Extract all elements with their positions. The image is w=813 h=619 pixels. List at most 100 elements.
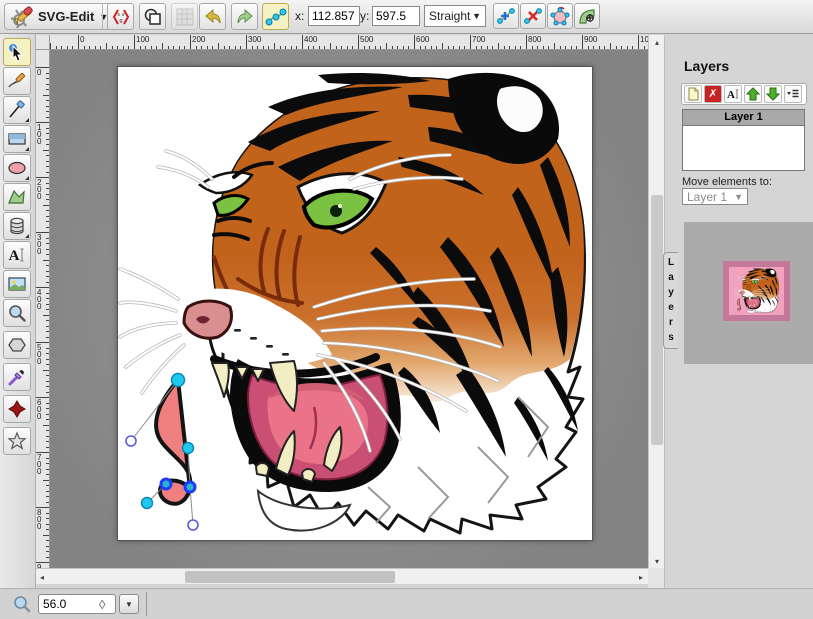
layers-panel-title: Layers: [684, 58, 729, 74]
zoom-tool-button[interactable]: [3, 299, 31, 327]
ruler-minor-tick: [537, 46, 538, 50]
ruler-minor-tick: [46, 551, 50, 552]
ruler-major-tick: [78, 35, 79, 50]
move-elements-select[interactable]: Layer 1 ▼: [682, 188, 748, 205]
ellipse-tool-icon: [7, 158, 27, 178]
shape-library-tool-button[interactable]: [3, 212, 31, 240]
ruler-minor-tick: [442, 43, 443, 50]
star-tool-icon: [7, 431, 27, 451]
path-node-mode-button[interactable]: [262, 3, 289, 30]
zoom-spinner-icon[interactable]: ◊: [99, 598, 105, 611]
layer-row-selected[interactable]: Layer 1: [683, 110, 804, 126]
ruler-minor-tick: [313, 46, 314, 50]
grid-button[interactable]: [171, 3, 198, 30]
delete-layer-button[interactable]: ✗: [704, 85, 722, 103]
ruler-minor-tick: [235, 46, 236, 50]
document-properties-button[interactable]: [139, 3, 166, 30]
layer-preview-thumbnail[interactable]: [723, 261, 790, 321]
ruler-minor-tick: [257, 46, 258, 50]
ruler-minor-tick: [481, 46, 482, 50]
rectangle-tool-icon: [7, 129, 27, 149]
ruler-minor-tick: [46, 221, 50, 222]
select-tool-button[interactable]: [3, 38, 31, 66]
ruler-minor-tick: [453, 46, 454, 50]
line-tool-button[interactable]: [3, 96, 31, 124]
eyedropper-tool-button[interactable]: [3, 363, 31, 391]
horizontal-scrollbar[interactable]: ◂ ▸: [35, 568, 648, 584]
add-node-button[interactable]: [493, 3, 519, 29]
ruler-minor-tick: [207, 46, 208, 50]
ruler-minor-tick: [46, 144, 50, 145]
ruler-minor-tick: [162, 43, 163, 50]
ruler-label: 400: [304, 36, 317, 44]
open-close-path-button[interactable]: [547, 3, 573, 29]
new-layer-button[interactable]: [684, 85, 702, 103]
undo-button[interactable]: [199, 3, 226, 30]
ruler-minor-tick: [46, 293, 50, 294]
hexagon-tool-button[interactable]: [3, 331, 31, 359]
source-code-button[interactable]: s v g: [107, 3, 134, 30]
bottom-bar: ◊ ▼: [0, 588, 813, 619]
ruler-minor-tick: [565, 46, 566, 50]
y-coordinate-input[interactable]: [372, 6, 420, 26]
horizontal-scrollbar-thumb[interactable]: [185, 571, 395, 583]
ruler-minor-tick: [504, 46, 505, 50]
move-layer-up-button[interactable]: [744, 85, 762, 103]
ruler-label: 800: [528, 36, 541, 44]
polygon-tool-button[interactable]: [3, 183, 31, 211]
convert-to-path-button[interactable]: [574, 3, 600, 29]
ruler-minor-tick: [436, 46, 437, 50]
zoom-preset-dropdown-button[interactable]: ▼: [119, 594, 139, 614]
redo-button[interactable]: [231, 3, 258, 30]
ruler-minor-tick: [100, 46, 101, 50]
ruler-minor-tick: [95, 46, 96, 50]
vertical-scrollbar-thumb[interactable]: [651, 195, 663, 445]
ruler-minor-tick: [369, 46, 370, 50]
rename-layer-button[interactable]: A: [724, 85, 742, 103]
layer-list[interactable]: Layer 1: [682, 109, 805, 171]
scroll-up-icon[interactable]: ▴: [650, 35, 664, 49]
rectangle-tool-button[interactable]: [3, 125, 31, 153]
ruler-major-tick: [638, 35, 639, 50]
path-edit-overlay[interactable]: [126, 374, 198, 531]
ruler-minor-tick: [46, 111, 50, 112]
cross-shape-tool-button[interactable]: [3, 395, 31, 423]
flyout-arrow-icon: [25, 176, 29, 180]
redo-icon: [234, 6, 256, 28]
layer-menu-button[interactable]: [784, 85, 802, 103]
ruler-label: 0: [80, 36, 84, 44]
scroll-right-icon[interactable]: ▸: [634, 570, 648, 584]
ruler-minor-tick: [599, 46, 600, 50]
ruler-label: 3 0 0: [37, 234, 41, 255]
scroll-down-icon[interactable]: ▾: [650, 554, 664, 568]
move-layer-down-button[interactable]: [764, 85, 782, 103]
main-menu-button[interactable]: SVG-Edit ▼: [4, 3, 115, 30]
ruler-minor-tick: [46, 249, 50, 250]
image-tool-button[interactable]: [3, 270, 31, 298]
ruler-minor-tick: [448, 46, 449, 50]
eyedropper-tool-icon: [7, 367, 27, 387]
scroll-left-icon[interactable]: ◂: [35, 570, 49, 584]
zoom-level-input[interactable]: [39, 597, 99, 611]
vertical-scrollbar[interactable]: ▴ ▾: [648, 35, 664, 568]
ruler-minor-tick: [347, 46, 348, 50]
tiger-artwork[interactable]: [118, 67, 592, 540]
ruler-minor-tick: [46, 436, 50, 437]
segment-type-select[interactable]: Straight ▼: [424, 5, 486, 27]
delete-node-button[interactable]: [520, 3, 546, 29]
workspace[interactable]: [50, 50, 648, 568]
left-ruler: 01 0 02 0 03 0 04 0 05 0 06 0 07 0 08 0 …: [35, 50, 50, 568]
toolbar-separator: [102, 3, 103, 30]
pencil-tool-button[interactable]: [3, 67, 31, 95]
x-coordinate-input[interactable]: [308, 6, 360, 26]
text-tool-button[interactable]: A: [3, 241, 31, 269]
ruler-minor-tick: [548, 46, 549, 50]
ruler-minor-tick: [296, 46, 297, 50]
ruler-minor-tick: [46, 348, 50, 349]
ellipse-tool-button[interactable]: [3, 154, 31, 182]
svg-canvas[interactable]: [118, 67, 592, 540]
star-tool-button[interactable]: [3, 427, 31, 455]
layers-panel-tab[interactable]: L a y e r s: [663, 252, 678, 349]
ruler-minor-tick: [464, 46, 465, 50]
ruler-minor-tick: [46, 100, 50, 101]
